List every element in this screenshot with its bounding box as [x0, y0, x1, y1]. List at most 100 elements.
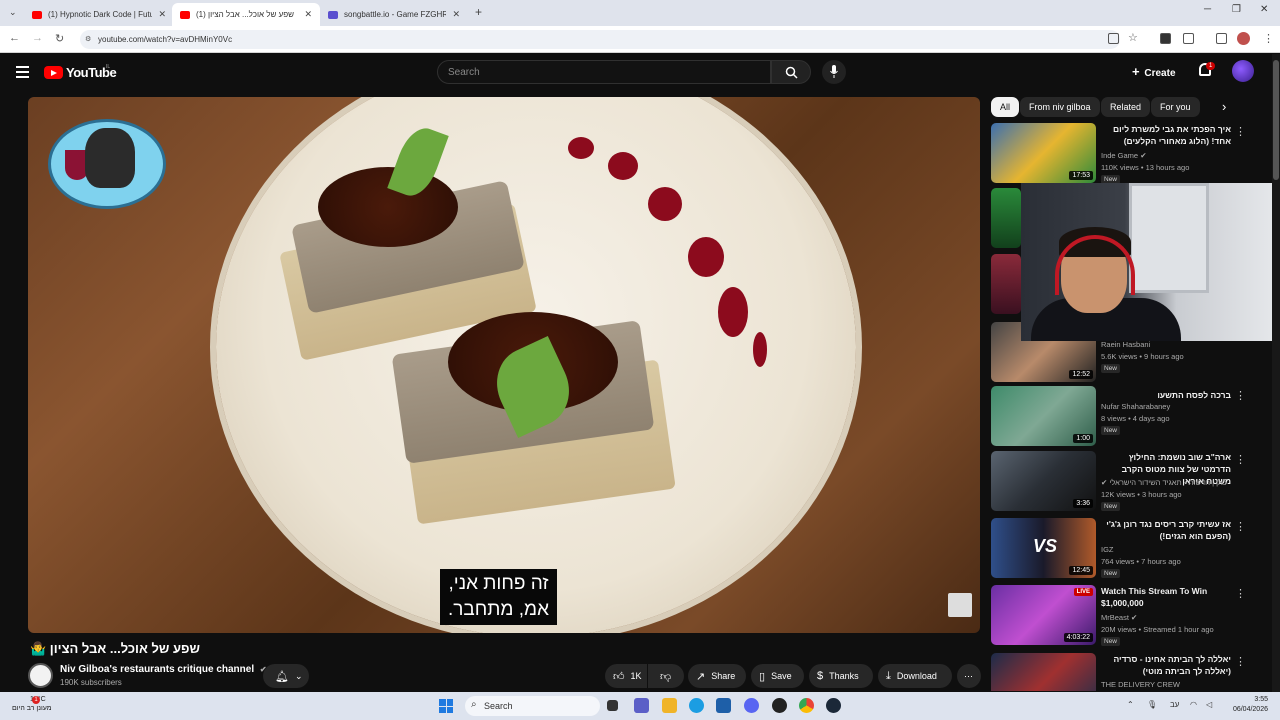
list-item[interactable]: 3:36 ארה"ב שוב נושמת: החילוץ הדרמטי של צ… — [991, 451, 1261, 511]
more-vertical-icon[interactable]: ⋮ — [1235, 655, 1246, 668]
windows-start-icon[interactable] — [439, 699, 453, 713]
list-item[interactable]: LIVE 4:03:22 Watch This Stream To Win $1… — [991, 585, 1261, 646]
save-button[interactable]: ▯ Save — [751, 664, 804, 688]
like-button[interactable]: 👍︎ 1K — [605, 664, 647, 688]
close-icon[interactable]: ✕ — [304, 9, 312, 20]
site-info-icon[interactable]: ⚙ — [85, 35, 91, 43]
sauce-image — [608, 152, 638, 180]
video-thumbnail[interactable]: LIVE 4:03:22 — [991, 585, 1096, 645]
thanks-button[interactable]: $ Thanks — [809, 664, 873, 688]
browser-menu-icon[interactable]: ⋮ — [1263, 32, 1274, 45]
channel-name[interactable]: IGZ — [1101, 545, 1114, 554]
list-item[interactable]: VS 12:45 אז עשיתי קרב ריסים נגד רונן ג'ג… — [991, 518, 1261, 578]
video-title[interactable]: יאללה לך הביתה אחינו - סרדיה (יאללה לך ה… — [1101, 653, 1231, 677]
maximize-icon[interactable]: ❐ — [1232, 4, 1241, 15]
close-icon[interactable]: ✕ — [452, 9, 460, 20]
channel-avatar[interactable] — [28, 663, 53, 688]
file-explorer-icon[interactable] — [662, 698, 677, 713]
more-actions-button[interactable]: ⋯ — [957, 664, 981, 688]
video-thumbnail[interactable]: VS 12:45 — [991, 518, 1096, 578]
chrome-icon[interactable] — [799, 698, 814, 713]
profile-avatar[interactable] — [1237, 32, 1250, 45]
list-item[interactable]: 1:00 ברכה לפסח התשעו Nufar Shaharabaney … — [991, 386, 1261, 446]
close-icon[interactable]: ✕ — [158, 9, 166, 20]
obs-icon[interactable] — [772, 698, 787, 713]
list-item[interactable]: יאללה לך הביתה אחינו - סרדיה (יאללה לך ה… — [991, 653, 1261, 691]
chip-from-niv-gilboa[interactable]: From niv gilboa — [1020, 97, 1100, 117]
video-thumbnail[interactable] — [991, 653, 1096, 691]
video-title[interactable]: Watch This Stream To Win $1,000,000 — [1101, 585, 1231, 609]
video-thumbnail[interactable]: 3:36 — [991, 451, 1096, 511]
bookmark-star-icon[interactable]: ☆ — [1128, 31, 1138, 44]
tab-list-icon[interactable]: ⌄ — [9, 7, 17, 18]
channel-name[interactable]: Raein Hasbani — [1101, 340, 1150, 349]
channel-name[interactable]: Inde Game ✔ — [1101, 151, 1147, 160]
extension-icon[interactable] — [1160, 33, 1171, 44]
video-thumbnail[interactable]: 17:53 — [991, 123, 1096, 183]
speaker-icon[interactable]: ◁ — [1206, 700, 1212, 709]
tab-2[interactable]: (1) שפע של אוכל... אבל הציון ✕ — [172, 3, 320, 26]
extensions-puzzle-icon[interactable] — [1183, 33, 1194, 44]
weather-widget[interactable]: 1 13°C מעונן רב היום — [12, 695, 52, 713]
install-icon[interactable] — [1108, 33, 1119, 44]
channel-name[interactable]: Nufar Shaharabaney — [1101, 402, 1170, 411]
more-vertical-icon[interactable]: ⋮ — [1235, 520, 1246, 533]
close-window-icon[interactable]: ✕ — [1260, 4, 1268, 15]
tab-3[interactable]: songbattle.io - Game FZGHR ✕ — [320, 3, 468, 26]
weather-desc: מעונן רב היום — [12, 705, 52, 712]
scrollbar-thumb[interactable] — [1273, 60, 1279, 180]
video-thumbnail[interactable]: 1:00 — [991, 386, 1096, 446]
video-player[interactable]: זה פחות אני, אמ, מתחבר. — [28, 97, 980, 633]
account-avatar[interactable] — [1232, 60, 1254, 82]
discord-icon[interactable] — [744, 698, 759, 713]
subscribe-bell-button[interactable]: 🔔︎ ⌄ — [263, 664, 309, 688]
edge-icon[interactable] — [689, 698, 704, 713]
more-vertical-icon[interactable]: ⋮ — [1235, 125, 1246, 138]
sauce-image — [568, 137, 594, 159]
reload-icon[interactable]: ↻ — [55, 32, 64, 45]
video-title[interactable]: ברכה לפסח התשעו — [1101, 389, 1231, 401]
channel-name[interactable]: THE DELIVERY CREW — [1101, 680, 1180, 689]
create-button[interactable]: + Create — [1132, 64, 1176, 79]
channel-watermark[interactable] — [948, 593, 972, 617]
video-title[interactable]: אז עשיתי קרב ריסים נגד רונן ג'ג'י (הפעם … — [1101, 518, 1231, 542]
voice-search-button[interactable] — [822, 60, 846, 84]
video-thumbnail[interactable] — [991, 188, 1021, 248]
wifi-icon[interactable]: ◠ — [1190, 700, 1197, 709]
mic-tray-icon[interactable]: 🎙︎ — [1147, 700, 1157, 709]
store-icon[interactable] — [716, 698, 731, 713]
language-indicator[interactable]: עב — [1170, 700, 1179, 709]
chip-for-you[interactable]: For you — [1151, 97, 1200, 117]
search-button[interactable] — [771, 60, 811, 84]
more-vertical-icon[interactable]: ⋮ — [1235, 453, 1246, 466]
search-input[interactable]: Search — [437, 60, 771, 84]
dislike-button[interactable]: 👎︎ — [648, 664, 684, 688]
url-field[interactable]: ⚙ youtube.com/watch?v=avDHMinY0Vc — [80, 30, 1120, 49]
minimize-icon[interactable]: ─ — [1204, 4, 1211, 15]
tray-chevron-icon[interactable]: ⌃ — [1127, 700, 1134, 709]
video-title[interactable]: איך הפכתי את גבי למשרת ליום אחד! (הלוג מ… — [1101, 123, 1231, 147]
back-icon[interactable]: ← — [9, 32, 20, 44]
download-button[interactable]: ⤓ Download — [878, 664, 952, 688]
tab-1[interactable]: (1) Hypnotic Dark Code | Futur ✕ — [24, 3, 174, 26]
chip-related[interactable]: Related — [1101, 97, 1151, 117]
channel-name[interactable]: MrBeast ✔ — [1101, 613, 1137, 622]
media-controls-icon[interactable] — [1216, 33, 1227, 44]
teams-icon[interactable] — [634, 698, 649, 713]
channel-name[interactable]: כאן | חדשות - תאגיד השידור הישראלי ✔ — [1101, 478, 1227, 487]
list-item[interactable]: 17:53 איך הפכתי את גבי למשרת ליום אחד! (… — [991, 123, 1261, 184]
video-thumbnail[interactable] — [991, 254, 1021, 314]
steam-icon[interactable] — [826, 698, 841, 713]
task-view-icon[interactable] — [607, 700, 618, 711]
more-vertical-icon[interactable]: ⋮ — [1235, 389, 1246, 402]
chevron-right-icon[interactable]: › — [1222, 99, 1226, 114]
menu-icon[interactable] — [16, 66, 29, 81]
more-vertical-icon[interactable]: ⋮ — [1235, 587, 1246, 600]
new-tab-icon[interactable]: + — [475, 5, 482, 19]
channel-name[interactable]: Niv Gilboa's restaurants critique channe… — [60, 664, 267, 675]
taskbar-search[interactable]: ⌕ Search — [465, 696, 600, 716]
share-button[interactable]: ↗ Share — [688, 664, 746, 688]
clock[interactable]: 3:55 06/04/2026 — [1224, 695, 1268, 715]
forward-icon[interactable]: → — [32, 32, 43, 44]
chip-all[interactable]: All — [991, 97, 1020, 117]
